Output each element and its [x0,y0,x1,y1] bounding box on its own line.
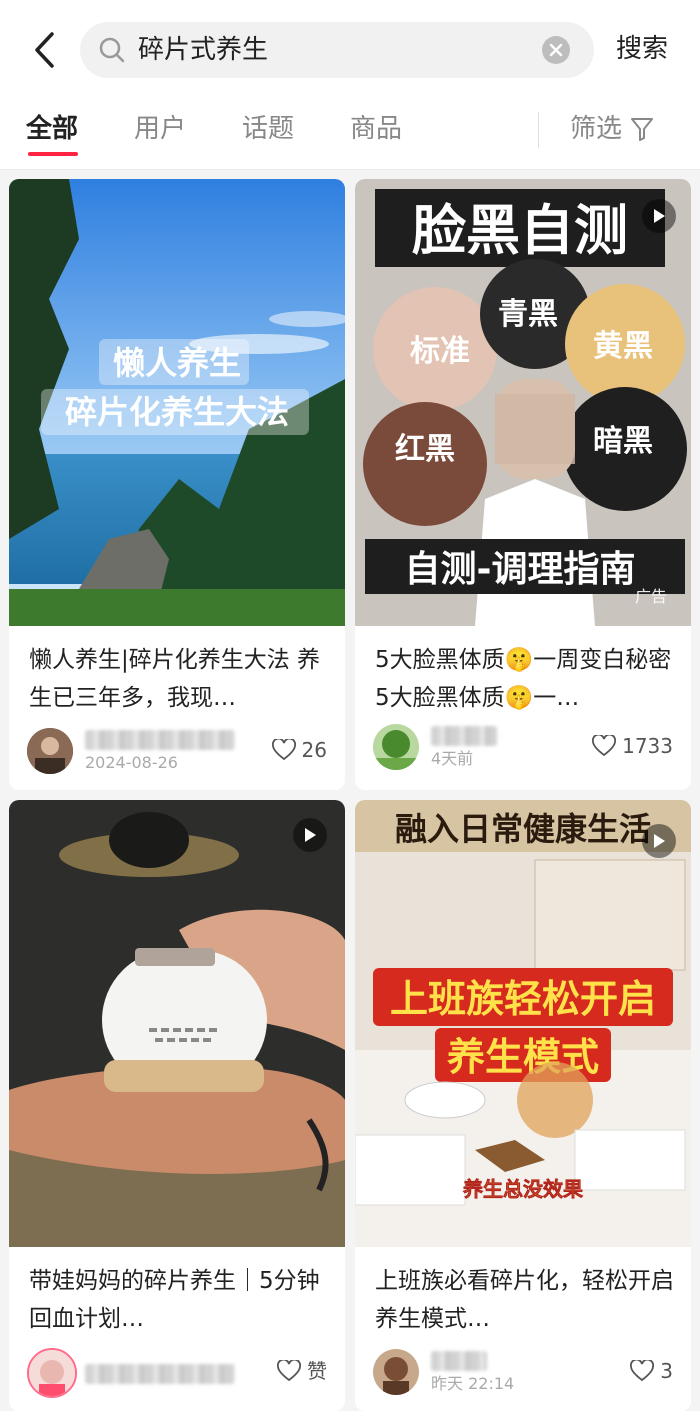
author-name[interactable]: 小 [431,726,497,746]
note-title: 5大脸黑体质🤫一周变白秘密 5大脸黑体质🤫一… [375,647,672,711]
cover-title-line-1: 懒人养生 [113,344,241,382]
active-tab-indicator [28,152,78,156]
search-query-text: 碎片式养生 [138,35,269,65]
avatar[interactable] [27,728,73,774]
clear-search-button[interactable] [542,36,570,64]
note-card[interactable]: 融入日常健康生活 上班族轻松开启 养生模式 养生总没效果 上班族必看碎片化，轻松… [355,800,691,1411]
avatar-image [373,1349,419,1395]
tab-all[interactable]: 全部 [26,110,78,148]
back-button[interactable] [24,28,64,72]
cover-image [9,800,345,1247]
cover-tag: 养生总没效果 [462,1177,583,1201]
note-card[interactable]: 带娃妈妈的碎片养生｜5分钟回血计划… 带 赞 [9,800,345,1411]
search-icon [99,37,125,63]
tab-topics[interactable]: 话题 [242,110,294,148]
like-count: 3 [660,1359,673,1383]
face-label: 青黑 [498,297,558,332]
like-button[interactable]: 赞 [277,1359,327,1383]
face-label: 红黑 [395,432,455,467]
cover-image: 融入日常健康生活 上班族轻松开启 养生模式 养生总没效果 [355,800,691,1247]
cover-title: 融入日常健康生活 [395,810,651,848]
avatar-image [29,1350,75,1396]
note-card[interactable]: 懒人养生 碎片化养生大法 懒人养生|碎片化养生大法 养生已三年多，我现… 懒 2… [9,179,345,790]
top-bar: 碎片式养生 搜索 [0,0,700,100]
like-count: 26 [301,738,327,762]
like-count: 1733 [622,734,673,758]
play-icon [654,834,665,848]
face-label: 黄黑 [593,329,653,364]
note-title: 带娃妈妈的碎片养生｜5分钟回血计划… [29,1268,320,1332]
funnel-icon [631,118,654,141]
post-time: 4天前 [431,749,474,768]
tab-divider [538,112,539,148]
filter-tabs: 全部 用户 话题 商品 筛选 [0,100,700,170]
search-input[interactable]: 碎片式养生 [80,22,594,78]
face-label: 标准 [410,334,470,369]
avatar-image [27,728,73,774]
heart-icon [277,1360,301,1382]
filter-button[interactable]: 筛选 [570,110,654,148]
video-play-indicator [642,199,676,233]
like-button[interactable]: 3 [630,1359,673,1383]
avatar[interactable] [373,724,419,770]
note-card[interactable]: 脸黑自测 自测-调理指南 标准 青黑 黄黑 红黑 暗黑 广告 5大脸黑体质🤫一周… [355,179,691,790]
chevron-left-icon [35,32,54,68]
search-button[interactable]: 搜索 [616,30,668,68]
tab-products[interactable]: 商品 [350,110,402,148]
face-label: 暗黑 [593,424,653,459]
author-name[interactable]: 带 [85,1364,235,1384]
play-icon [305,828,316,842]
cover-headline-1: 上班族轻松开启 [390,977,656,1021]
heart-icon [592,735,617,757]
avatar[interactable] [373,1349,419,1395]
avatar[interactable] [27,1348,77,1398]
like-button[interactable]: 1733 [592,734,673,758]
cover-title: 脸黑自测 [412,199,628,262]
cover-image: 懒人养生 碎片化养生大法 [9,179,345,626]
author-name[interactable]: 懒 [85,730,235,750]
play-icon [654,209,665,223]
filter-label: 筛选 [570,114,623,144]
close-icon [549,43,563,57]
cover-title-line-2: 碎片化养生大法 [65,393,289,431]
ad-badge: 广告 [635,587,668,606]
cover-footer-text: 自测-调理指南 [405,549,636,590]
heart-icon [271,739,296,761]
heart-icon [630,1360,655,1382]
author-name[interactable]: 星 [431,1351,487,1371]
post-time: 昨天 22:14 [431,1374,515,1393]
avatar-image [373,724,419,770]
video-play-indicator [293,818,327,852]
note-title: 懒人养生|碎片化养生大法 养生已三年多，我现… [29,647,321,711]
post-date: 2024-08-26 [85,753,178,772]
like-button[interactable]: 26 [271,738,327,762]
cover-image: 脸黑自测 自测-调理指南 标准 青黑 黄黑 红黑 暗黑 [355,179,691,626]
tab-users[interactable]: 用户 [134,110,186,148]
video-play-indicator [642,824,676,858]
note-title: 上班族必看碎片化，轻松开启养生模式… [375,1268,674,1332]
like-count: 赞 [307,1359,327,1383]
